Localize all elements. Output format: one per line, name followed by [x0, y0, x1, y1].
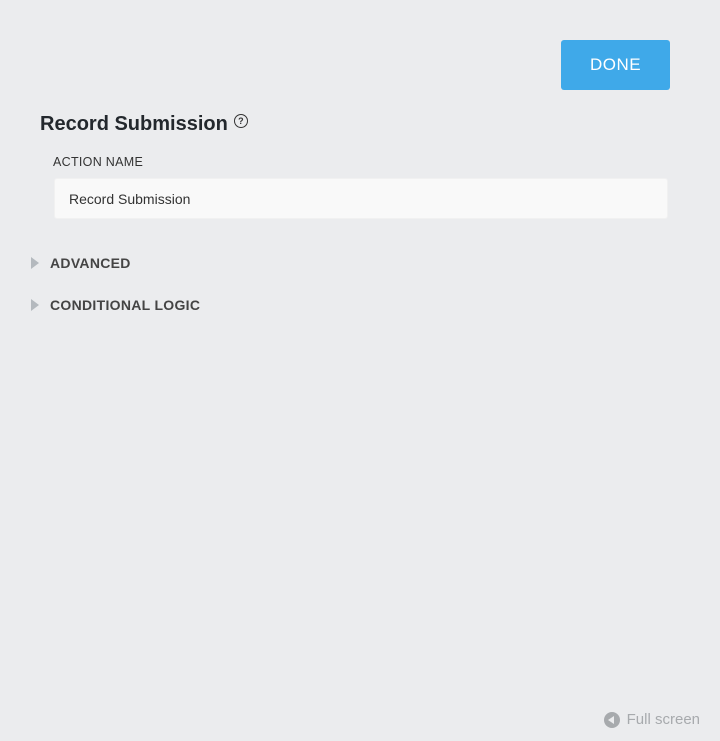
fullscreen-label: Full screen	[626, 711, 700, 728]
action-name-input[interactable]	[54, 178, 668, 219]
triangle-right-icon	[31, 257, 39, 269]
advanced-section-label: ADVANCED	[50, 255, 131, 271]
panel-header: Record Submission ?	[40, 110, 248, 138]
conditional-logic-section-label: CONDITIONAL LOGIC	[50, 297, 201, 313]
triangle-right-icon	[31, 299, 39, 311]
advanced-section-toggle[interactable]: ADVANCED	[31, 254, 131, 272]
page-title: Record Submission	[40, 113, 228, 135]
action-name-label: ACTION NAME	[53, 155, 144, 169]
collapse-left-icon	[603, 711, 620, 728]
done-button[interactable]: DONE	[561, 40, 670, 90]
fullscreen-toggle[interactable]: Full screen	[603, 711, 700, 728]
help-icon[interactable]: ?	[233, 114, 248, 128]
conditional-logic-section-toggle[interactable]: CONDITIONAL LOGIC	[31, 296, 200, 314]
